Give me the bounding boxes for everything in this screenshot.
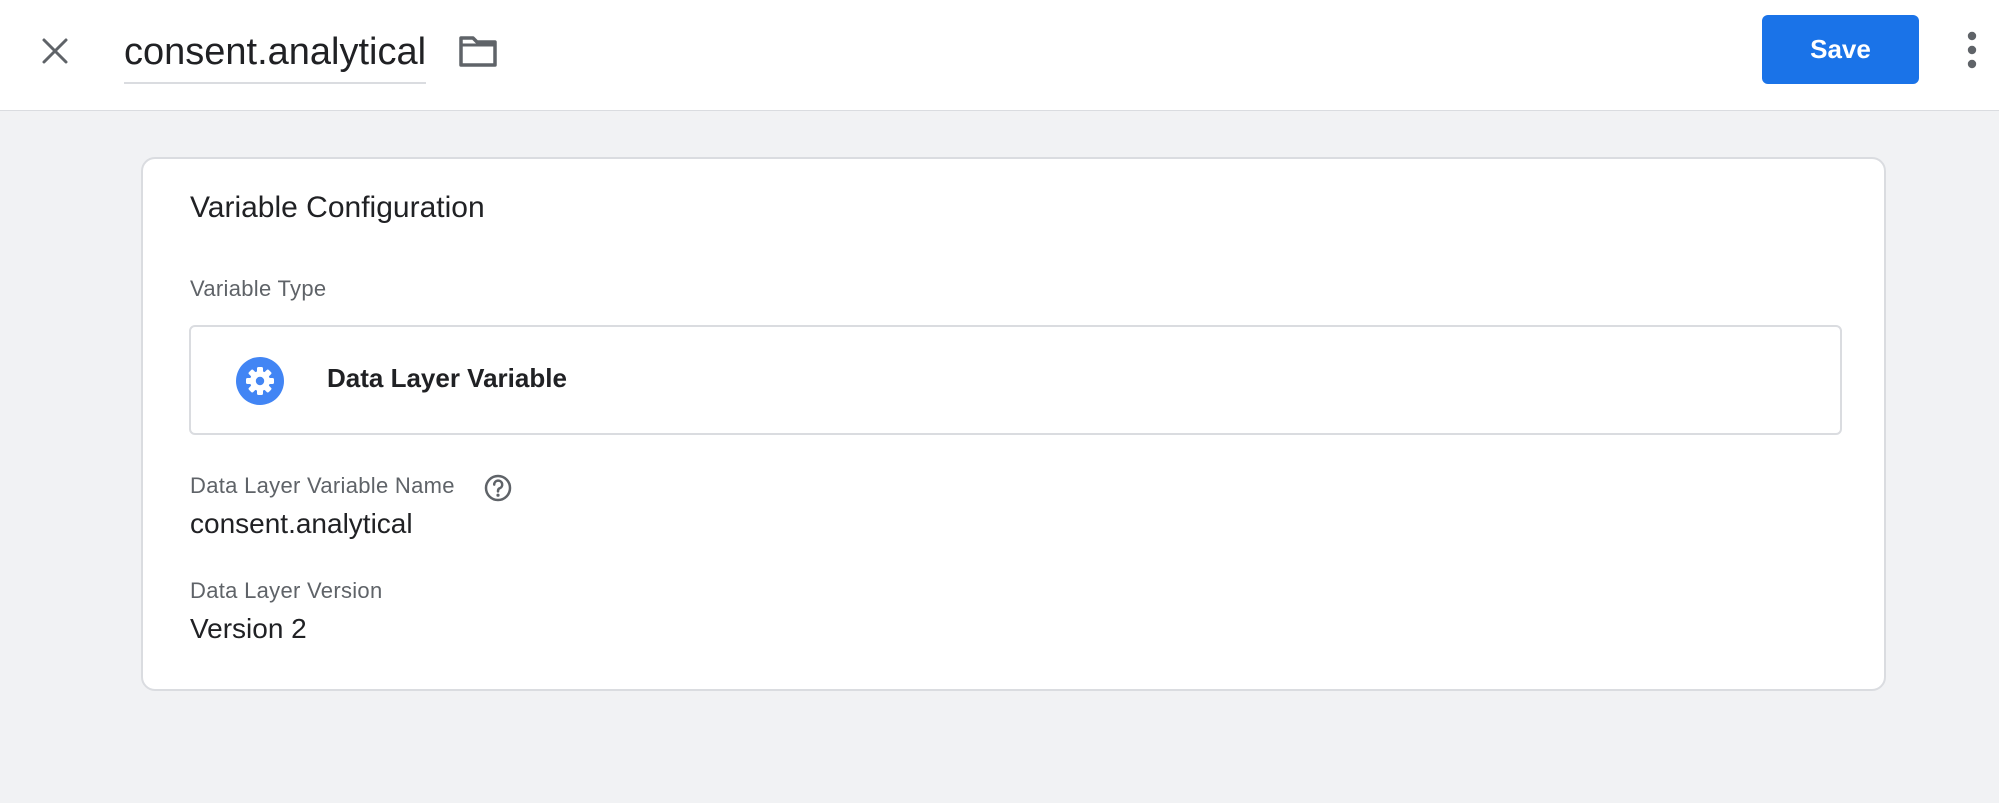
card-title: Variable Configuration <box>190 191 485 224</box>
folder-button[interactable] <box>455 28 501 74</box>
close-button[interactable] <box>30 23 80 79</box>
variable-type-label: Variable Type <box>190 276 327 301</box>
variable-name-input[interactable]: consent.analytical <box>124 22 427 84</box>
more-vert-icon <box>1967 31 1977 69</box>
close-icon <box>42 38 68 64</box>
data-layer-version-value: Version 2 <box>190 613 307 644</box>
variable-title: consent.analytical <box>124 31 427 73</box>
gear-icon <box>236 357 284 405</box>
data-layer-version-label: Data Layer Version <box>190 578 383 603</box>
data-layer-variable-name-value: consent.analytical <box>190 508 413 539</box>
variable-type-selector[interactable]: Data Layer Variable <box>189 325 1842 435</box>
folder-icon <box>459 36 497 67</box>
variable-configuration-card: Variable Configuration Variable Type Dat… <box>141 157 1886 691</box>
help-icon[interactable] <box>483 473 513 503</box>
variable-type-name: Data Layer Variable <box>327 363 567 393</box>
top-app-bar: consent.analytical Save <box>0 0 1999 111</box>
data-layer-variable-name-label: Data Layer Variable Name <box>190 473 455 498</box>
save-button[interactable]: Save <box>1762 15 1919 84</box>
more-options-button[interactable] <box>1952 24 1992 76</box>
